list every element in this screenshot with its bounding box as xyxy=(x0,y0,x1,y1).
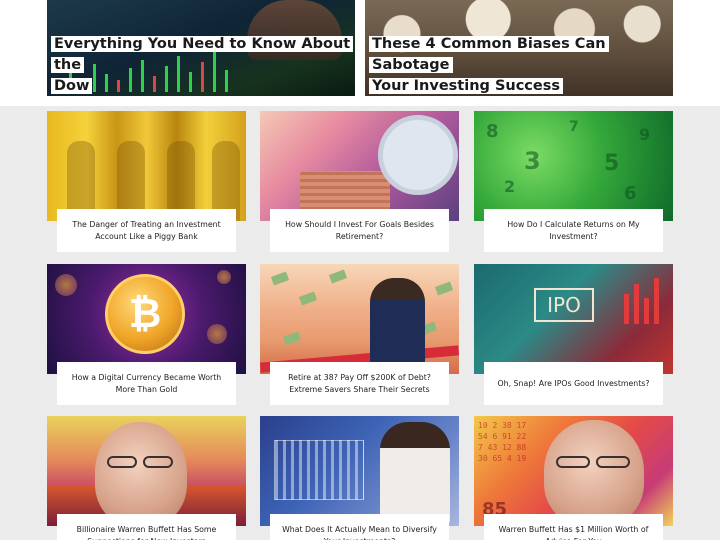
article-card[interactable]: 10 2 38 17 54 6 91 22 7 43 12 88 30 65 4 19… xyxy=(474,416,673,540)
article-title[interactable]: Oh, Snap! Are IPOs Good Investments? xyxy=(484,362,663,405)
article-image-phones xyxy=(47,111,246,221)
article-image-numbers: 8 3 7 5 9 2 6 xyxy=(474,111,673,221)
article-card[interactable]: Retire at 38? Pay Off $200K of Debt? Ext… xyxy=(260,264,459,409)
article-title[interactable]: Retire at 38? Pay Off $200K of Debt? Ext… xyxy=(270,362,449,405)
article-card[interactable]: 8 3 7 5 9 2 6 How Do I Calculate Returns… xyxy=(474,111,673,256)
bitcoin-icon: ₿ xyxy=(105,274,185,354)
ipo-sign: IPO xyxy=(534,288,594,322)
article-card[interactable]: The Danger of Treating an Investment Acc… xyxy=(47,111,246,256)
hero-title[interactable]: Everything You Need to Know About the Dow xyxy=(51,34,354,96)
article-card[interactable]: What Does It Actually Mean to Diversify … xyxy=(260,416,459,540)
article-card[interactable]: IPO Oh, Snap! Are IPOs Good Investments? xyxy=(474,264,673,409)
article-image-clock-coins xyxy=(260,111,459,221)
hero-card-biases[interactable]: These 4 Common Biases Can Sabotage Your I… xyxy=(365,0,673,96)
article-title[interactable]: What Does It Actually Mean to Diversify … xyxy=(270,514,449,540)
article-title[interactable]: How Should I Invest For Goals Besides Re… xyxy=(270,209,449,252)
hero-section: Everything You Need to Know About the Dow… xyxy=(0,0,720,106)
article-card[interactable]: How Should I Invest For Goals Besides Re… xyxy=(260,111,459,256)
hero-card-dow[interactable]: Everything You Need to Know About the Dow xyxy=(47,0,355,96)
article-image-buffett xyxy=(47,416,246,526)
article-card[interactable]: Billionaire Warren Buffett Has Some Sugg… xyxy=(47,416,246,540)
article-card[interactable]: ₿ How a Digital Currency Became Worth Mo… xyxy=(47,264,246,409)
article-title[interactable]: How a Digital Currency Became Worth More… xyxy=(57,362,236,405)
article-title[interactable]: How Do I Calculate Returns on My Investm… xyxy=(484,209,663,252)
article-title[interactable]: Warren Buffett Has $1 Million Worth of A… xyxy=(484,514,663,540)
hero-title[interactable]: These 4 Common Biases Can Sabotage Your I… xyxy=(369,34,669,96)
article-image-ipo: IPO xyxy=(474,264,673,374)
article-title[interactable]: The Danger of Treating an Investment Acc… xyxy=(57,209,236,252)
article-image-buffett-advice: 10 2 38 17 54 6 91 22 7 43 12 88 30 65 4 19… xyxy=(474,416,673,526)
article-image-diversify xyxy=(260,416,459,526)
article-image-bitcoin: ₿ xyxy=(47,264,246,374)
article-title[interactable]: Billionaire Warren Buffett Has Some Sugg… xyxy=(57,514,236,540)
article-image-money-rain xyxy=(260,264,459,374)
